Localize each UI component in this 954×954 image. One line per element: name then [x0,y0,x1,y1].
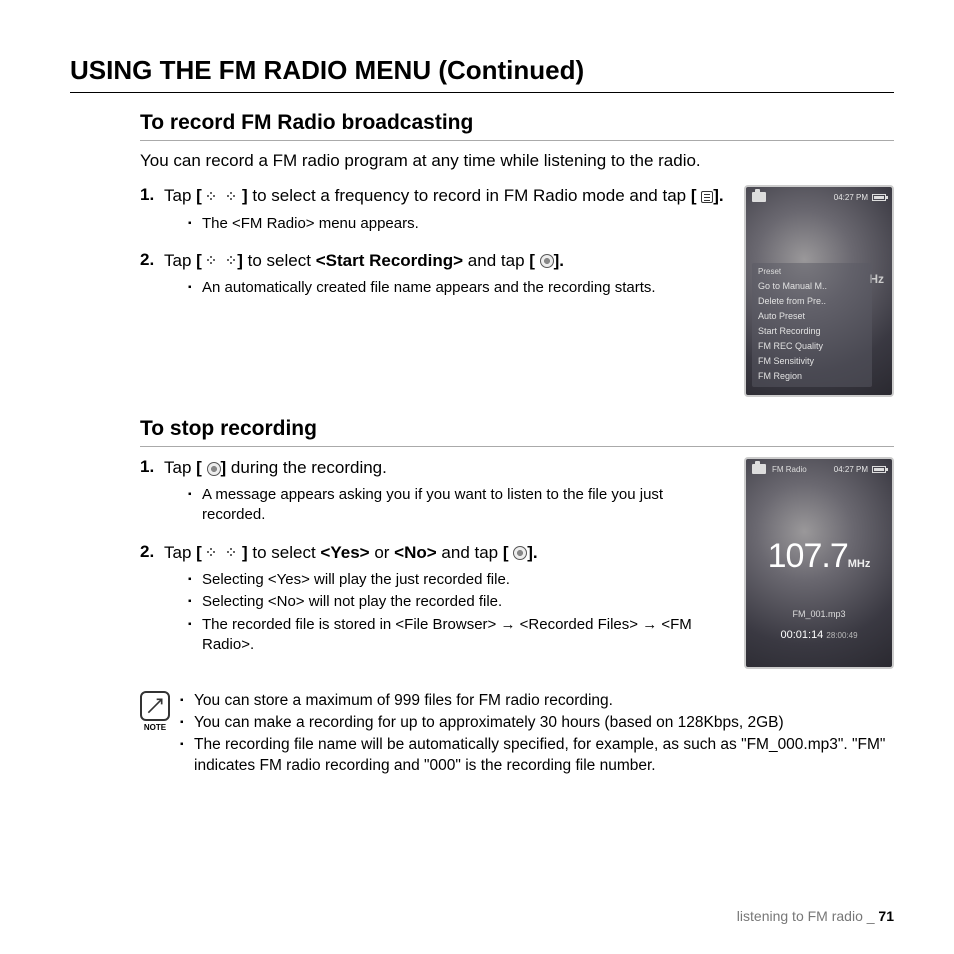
t: ]. [554,251,564,270]
battery-icon [872,466,886,473]
bullet: A message appears asking you if you want… [188,485,724,526]
s1-step1: 1. Tap [ ] to select a frequency to reco… [140,185,724,246]
bullet: An automatically created file name appea… [188,278,724,298]
s1-step2: 2. Tap [ ] to select <Start Recording> a… [140,250,724,311]
t: ] [237,543,247,562]
t: [ [503,543,513,562]
page-title: USING THE FM RADIO MENU (Continued) [70,55,894,93]
t: to select a frequency to record in FM Ra… [248,186,691,205]
frequency: 107.7 [768,537,848,575]
camera-icon [752,192,766,202]
section1-intro: You can record a FM radio program at any… [140,151,894,171]
frequency-unit: MHz [848,558,871,570]
t: to select [243,251,316,270]
t: to select [248,543,321,562]
bullet: The recorded file is stored in <File Bro… [188,615,724,656]
footer-text: listening to FM radio _ [737,908,879,924]
select-icon [207,462,221,476]
t: <Start Recording> [316,251,463,270]
t: [ [529,251,539,270]
menu-icon [701,191,713,203]
bullet: Selecting <No> will not play the recorde… [188,592,724,612]
menu-item: Delete from Pre.. [752,293,872,308]
t: [ [196,251,206,270]
t: Tap [164,543,196,562]
step-num: 2. [140,542,164,668]
menu-item: FM REC Quality [752,338,872,353]
page-footer: listening to FM radio _ 71 [737,908,894,924]
preset-menu: Preset Go to Manual M.. Delete from Pre.… [752,263,872,387]
note-label: NOTE [144,723,166,732]
device-time: 04:27 PM [834,465,868,474]
t: ]. [713,186,723,205]
preset-hdr: Preset [752,267,872,278]
t: ]. [527,543,537,562]
t: and tap [437,543,503,562]
device-screenshot-recording: FM Radio 04:27 PM 107.7MHz FM_001.mp3 00… [744,457,894,669]
select-icon [540,254,554,268]
note-item: You can store a maximum of 999 files for… [180,691,894,712]
t: [ [196,186,206,205]
recording-timer: 00:01:14 28:00:49 [746,629,892,641]
left-right-dots-icon [207,542,238,564]
t: [ [196,458,206,477]
t: [ [691,186,701,205]
left-right-dots-icon [207,185,238,207]
note-item: The recording file name will be automati… [180,735,894,777]
device-title: FM Radio [772,465,807,474]
menu-item: Auto Preset [752,308,872,323]
s2-step1: 1. Tap [ ] during the recording. A messa… [140,457,724,538]
t: ] [237,186,247,205]
step-num: 1. [140,185,164,246]
note-block: NOTE You can store a maximum of 999 file… [140,691,894,778]
note-icon [140,691,170,721]
bullet: The <FM Radio> menu appears. [188,214,724,234]
up-down-dots-icon [207,250,238,272]
menu-item: FM Region [752,368,872,383]
t: <Yes> [320,543,369,562]
s2-step2: 2. Tap [ ] to select <Yes> or <No> and t… [140,542,724,668]
section-stop-heading: To stop recording [140,417,894,447]
device-screenshot-preset-menu: 04:27 PM Hz Preset Go to Manual M.. Dele… [744,185,894,397]
menu-item: Start Recording [752,323,872,338]
t: Tap [164,458,196,477]
camera-icon [752,464,766,474]
menu-item: Go to Manual M.. [752,278,872,293]
t: Tap [164,251,196,270]
battery-icon [872,194,886,201]
t: during the recording. [226,458,387,477]
device-time: 04:27 PM [834,193,868,202]
select-icon [513,546,527,560]
section-record-heading: To record FM Radio broadcasting [140,111,894,141]
t: or [370,543,395,562]
menu-item: FM Sensitivity [752,353,872,368]
recording-filename: FM_001.mp3 [746,609,892,619]
t: and tap [463,251,529,270]
step-num: 1. [140,457,164,538]
note-item: You can make a recording for up to appro… [180,713,894,734]
page-number: 71 [878,908,894,924]
step-num: 2. [140,250,164,311]
remaining: 28:00:49 [826,631,857,640]
t: <No> [394,543,437,562]
t: Tap [164,186,196,205]
bullet: Selecting <Yes> will play the just recor… [188,570,724,590]
t: [ [196,543,206,562]
elapsed: 00:01:14 [780,629,823,641]
